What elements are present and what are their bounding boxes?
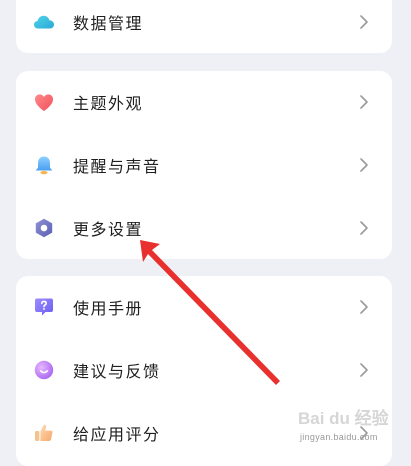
chevron-right-icon — [356, 220, 372, 236]
menu-item-theme[interactable]: 主题外观 — [16, 71, 392, 133]
chevron-right-icon — [356, 157, 372, 173]
menu-item-feedback[interactable]: 建议与反馈 — [16, 339, 392, 401]
chevron-right-icon — [356, 362, 372, 378]
cloud-icon — [32, 10, 56, 34]
menu-item-label: 数据管理 — [73, 14, 144, 33]
menu-item-label: 给应用评分 — [73, 425, 161, 444]
settings-card-appearance: 主题外观 提醒与声音 更多设置 — [16, 71, 392, 259]
menu-item-label: 提醒与声音 — [73, 157, 161, 176]
chevron-right-icon — [356, 299, 372, 315]
watermark-logo-text: Bai du 经验 — [298, 408, 390, 428]
menu-item-data-management[interactable]: 数据管理 — [16, 0, 392, 53]
menu-item-label: 更多设置 — [73, 220, 144, 239]
thumbs-up-icon — [32, 421, 56, 445]
menu-item-more-settings[interactable]: 更多设置 — [16, 197, 392, 259]
watermark-url: jingyan.baidu.com — [300, 432, 378, 442]
chevron-right-icon — [356, 94, 372, 110]
help-bubble-icon — [32, 295, 56, 319]
settings-card-data: 数据管理 — [16, 0, 392, 53]
menu-item-reminders-sound[interactable]: 提醒与声音 — [16, 134, 392, 196]
menu-item-label: 使用手册 — [73, 299, 144, 318]
bell-icon — [32, 153, 56, 177]
menu-item-user-manual[interactable]: 使用手册 — [16, 276, 392, 338]
menu-item-label: 建议与反馈 — [73, 362, 161, 381]
chevron-right-icon — [356, 14, 372, 30]
feedback-bubble-icon — [32, 358, 56, 382]
heart-icon — [32, 90, 56, 114]
hexagon-settings-icon — [32, 216, 56, 240]
menu-item-label: 主题外观 — [73, 94, 144, 113]
